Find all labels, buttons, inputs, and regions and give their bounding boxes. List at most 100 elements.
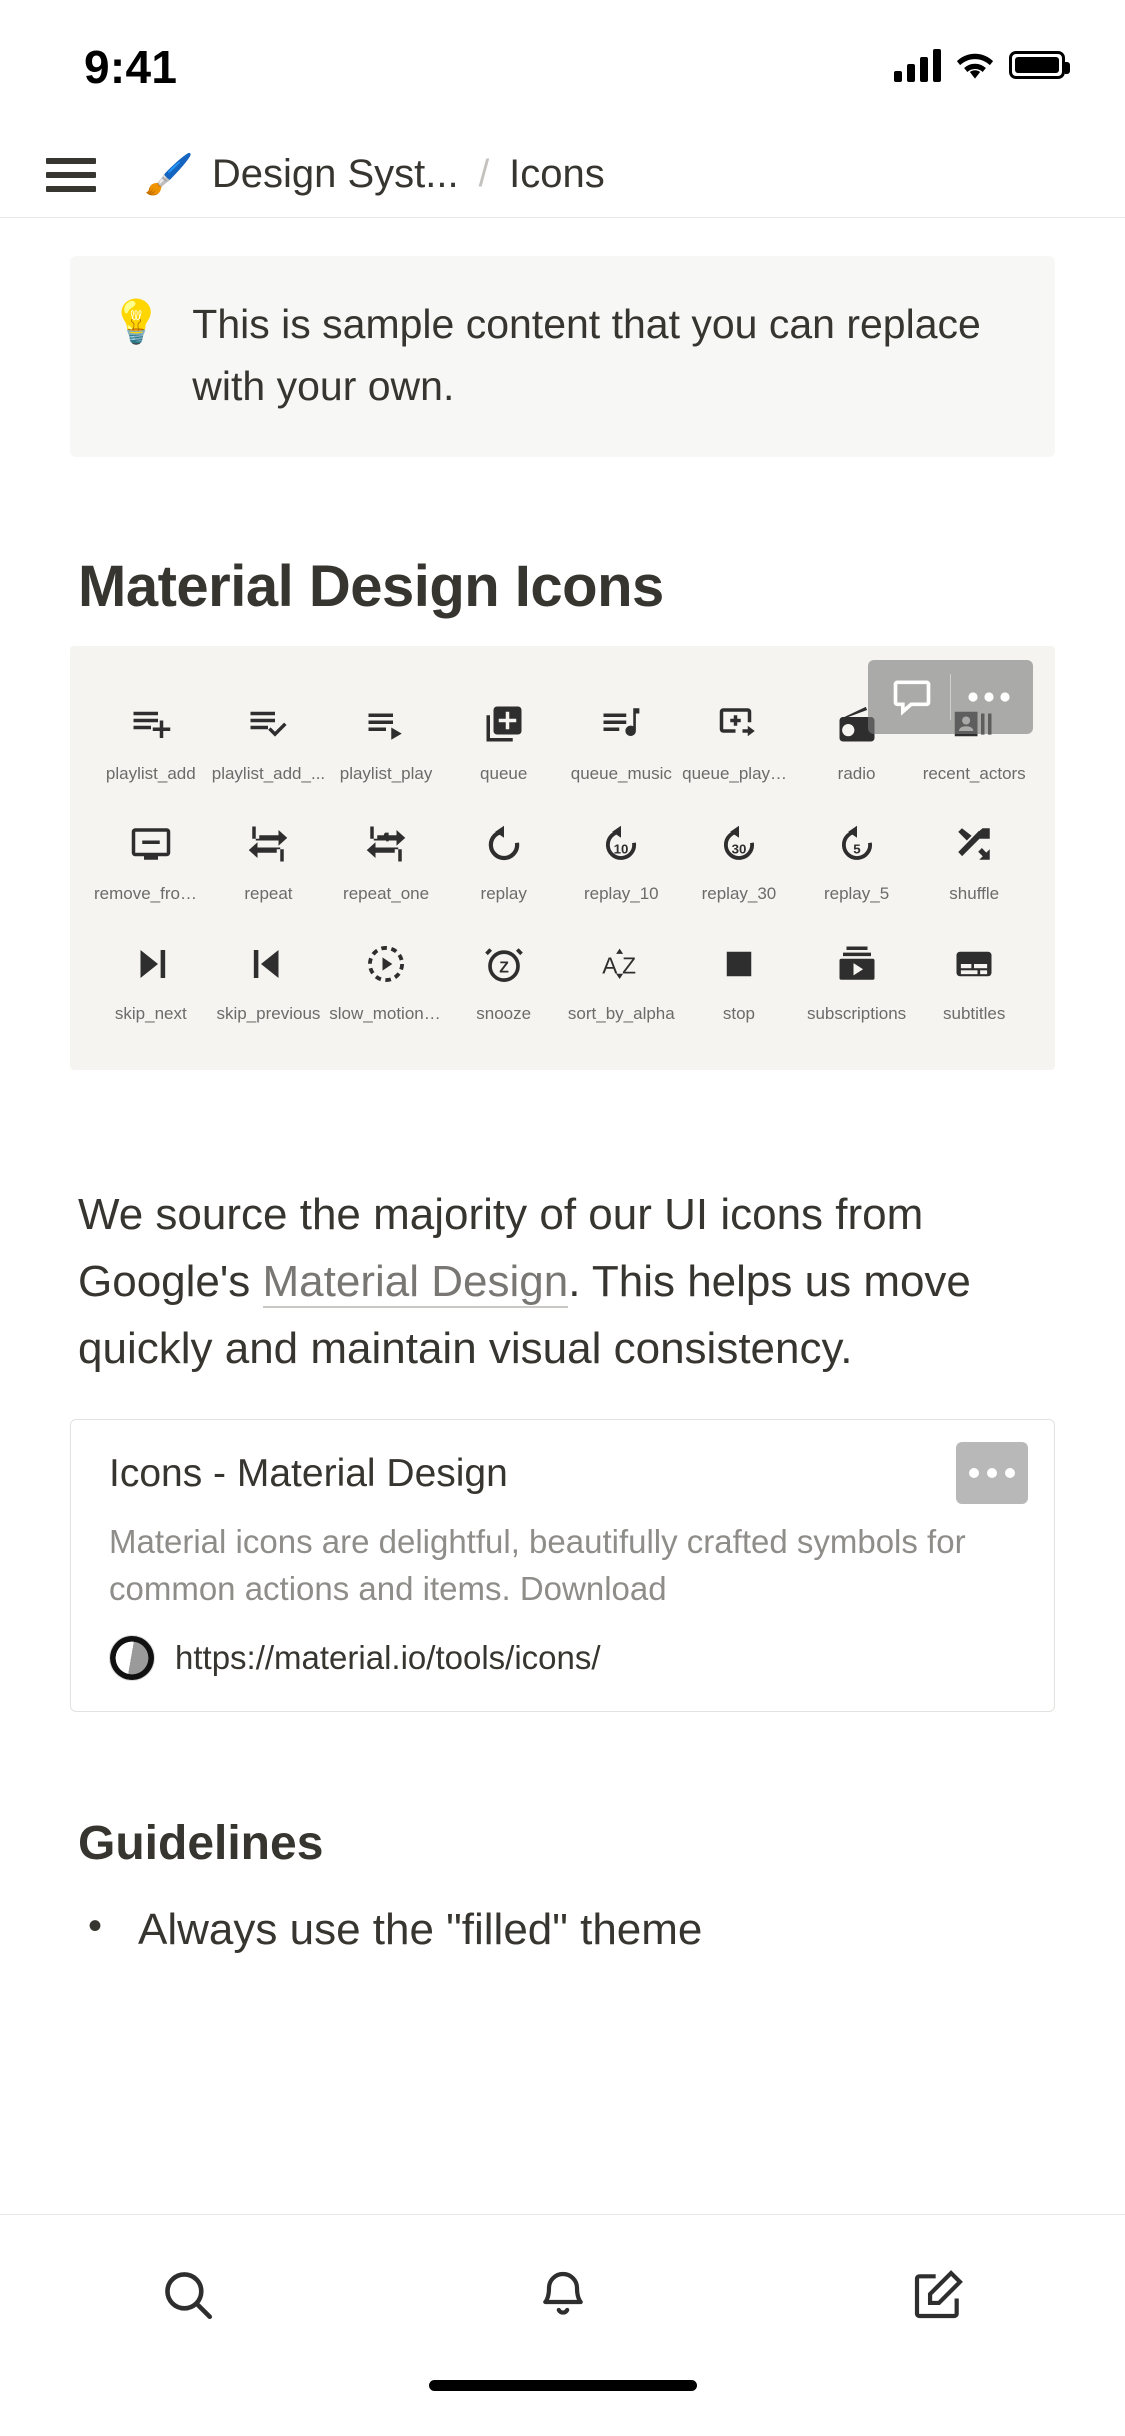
icon-cell[interactable]: 5 replay_5 <box>798 800 916 920</box>
icon-label: playlist_play <box>339 764 433 783</box>
replay-10-icon: 10 <box>600 818 642 870</box>
page-emoji-icon: 🖌️ <box>144 152 194 197</box>
tab-compose[interactable] <box>750 2215 1125 2374</box>
playlist-play-icon <box>365 698 407 750</box>
icon-label: queue_play_ne... <box>682 764 796 783</box>
icon-cell[interactable]: queue_music <box>563 680 681 800</box>
repeat-one-icon <box>365 818 407 870</box>
icon-cell[interactable]: replay <box>445 800 563 920</box>
icon-label: skip_next <box>114 1004 187 1023</box>
icon-cell[interactable]: remove_from_q... <box>92 800 210 920</box>
page-content: 💡 This is sample content that you can re… <box>0 218 1125 2214</box>
wifi-icon <box>955 49 995 81</box>
sort-by-alpha-icon: AZ <box>600 938 642 990</box>
more-options-icon[interactable] <box>956 1441 1028 1504</box>
bookmark-link-row: https://material.io/tools/icons/ <box>109 1635 1020 1682</box>
icon-label: slow_motion_v... <box>329 1004 443 1023</box>
phone-screen: 9:41 🖌️ Design Syst... / Icons 💡 This is… <box>0 0 1125 2436</box>
block-hover-toolbar <box>867 660 1033 734</box>
breadcrumb-separator: / <box>478 153 490 195</box>
icon-cell[interactable]: repeat_one <box>327 800 445 920</box>
svg-text:A: A <box>603 953 619 979</box>
replay-30-icon: 30 <box>718 818 760 870</box>
snooze-icon: Z <box>483 938 525 990</box>
icon-grid-row: remove_from_q... repeat repeat_one repla… <box>92 800 1033 920</box>
icon-label: playlist_add_... <box>211 764 326 783</box>
icon-cell[interactable]: stop <box>680 920 798 1040</box>
list-item: • Always use the "filled" theme <box>78 1901 1047 1958</box>
material-io-favicon <box>109 1635 155 1682</box>
icon-label: queue <box>480 764 528 783</box>
icon-cell[interactable]: Z snooze <box>445 920 563 1040</box>
icon-cell[interactable]: subscriptions <box>798 920 916 1040</box>
svg-text:Z: Z <box>622 953 636 979</box>
tab-search[interactable] <box>0 2215 375 2374</box>
icon-label: repeat <box>244 884 293 903</box>
icon-cell[interactable]: queue_play_ne... <box>680 680 798 800</box>
playlist-add-icon <box>130 698 172 750</box>
icon-label: stop <box>722 1004 755 1023</box>
skip-previous-icon <box>247 938 289 990</box>
home-indicator[interactable] <box>428 2380 697 2391</box>
icon-cell[interactable]: repeat <box>210 800 328 920</box>
bookmark-card[interactable]: Icons - Material Design Material icons a… <box>70 1418 1055 1713</box>
app-header: 🖌️ Design Syst... / Icons <box>0 132 1125 218</box>
callout-text: This is sample content that you can repl… <box>192 301 981 409</box>
more-options-icon[interactable] <box>951 660 1027 734</box>
icon-label: queue_music <box>570 764 672 783</box>
replay-icon <box>483 818 525 870</box>
status-bar: 9:41 <box>0 0 1125 132</box>
body-paragraph: We source the majority of our UI icons f… <box>78 1182 1047 1383</box>
slow-motion-video-icon <box>365 938 407 990</box>
status-bar-indicators <box>894 48 1070 82</box>
home-indicator-area <box>0 2374 1125 2436</box>
icon-label: replay_5 <box>823 884 890 903</box>
svg-text:30: 30 <box>732 841 747 856</box>
icon-cell[interactable]: 10 replay_10 <box>563 800 681 920</box>
icon-cell[interactable]: slow_motion_v... <box>327 920 445 1040</box>
icon-cell[interactable]: playlist_add <box>92 680 210 800</box>
subtitles-icon <box>953 938 995 990</box>
material-design-link[interactable]: Material Design <box>262 1256 569 1308</box>
tab-notifications[interactable] <box>375 2215 750 2374</box>
icon-cell[interactable]: subtitles <box>915 920 1033 1040</box>
icon-cell[interactable]: 30 replay_30 <box>680 800 798 920</box>
repeat-icon <box>247 818 289 870</box>
svg-text:5: 5 <box>853 841 861 856</box>
bookmark-url[interactable]: https://material.io/tools/icons/ <box>175 1639 601 1677</box>
remove-from-queue-icon <box>130 818 172 870</box>
callout-block[interactable]: 💡 This is sample content that you can re… <box>70 256 1055 457</box>
breadcrumb-parent[interactable]: Design Syst... <box>212 152 459 197</box>
breadcrumb-current[interactable]: Icons <box>509 152 605 197</box>
icon-cell[interactable]: shuffle <box>915 800 1033 920</box>
icon-cell[interactable]: queue <box>445 680 563 800</box>
bullet-marker: • <box>87 1904 102 1949</box>
status-bar-time: 9:41 <box>84 41 178 93</box>
queue-play-next-icon <box>718 698 760 750</box>
icon-cell[interactable]: skip_next <box>92 920 210 1040</box>
hamburger-menu-icon[interactable] <box>42 152 100 198</box>
svg-text:Z: Z <box>499 959 509 976</box>
icon-cell[interactable]: playlist_add_... <box>210 680 328 800</box>
comment-bubble-icon[interactable] <box>874 660 950 734</box>
queue-music-icon <box>600 698 642 750</box>
icon-label: skip_previous <box>216 1004 321 1023</box>
icon-label: playlist_add <box>105 764 196 783</box>
icon-label: sort_by_alpha <box>567 1004 675 1023</box>
icon-label: replay_30 <box>701 884 777 903</box>
replay-5-icon: 5 <box>836 818 878 870</box>
bottom-tab-bar <box>0 2214 1125 2374</box>
icon-grid-block[interactable]: playlist_add playlist_add_... playlist_p… <box>70 646 1055 1070</box>
icon-label: replay <box>480 884 527 903</box>
icon-grid-row: skip_next skip_previous slow_motion_v...… <box>92 920 1033 1040</box>
skip-next-icon <box>130 938 172 990</box>
bookmark-description: Material icons are delightful, beautiful… <box>109 1522 966 1608</box>
icon-cell[interactable]: skip_previous <box>210 920 328 1040</box>
bookmark-title: Icons - Material Design <box>109 1451 508 1495</box>
icon-cell[interactable]: AZ sort_by_alpha <box>563 920 681 1040</box>
svg-text:10: 10 <box>614 841 629 856</box>
subscriptions-icon <box>836 938 878 990</box>
icon-cell[interactable]: playlist_play <box>327 680 445 800</box>
playlist-add-check-icon <box>247 698 289 750</box>
guidelines-heading: Guidelines <box>78 1817 324 1871</box>
